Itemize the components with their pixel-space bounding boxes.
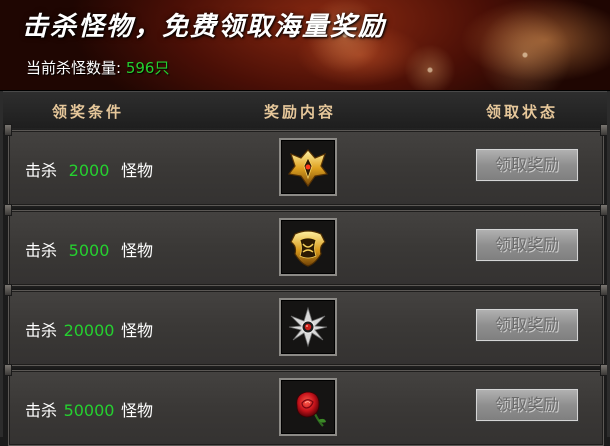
claim-reward-button[interactable]: 领取奖励	[475, 388, 579, 422]
reward-item-slot[interactable]	[279, 298, 337, 356]
condition-prefix: 击杀	[25, 241, 58, 260]
red-rose-icon	[296, 391, 326, 427]
condition-suffix: 怪物	[121, 401, 154, 420]
rivet-decoration	[4, 284, 12, 296]
golden-wing-helmet-icon	[287, 149, 329, 188]
rivet-decoration	[600, 204, 608, 216]
table-header: 领奖条件 奖励内容 领取状态	[0, 91, 610, 129]
condition-prefix: 击杀	[25, 161, 58, 180]
rivet-decoration	[4, 124, 12, 136]
firework-decoration	[470, 0, 580, 90]
rivet-decoration	[600, 284, 608, 296]
condition-prefix: 击杀	[25, 401, 58, 420]
reward-condition: 击杀 5000 怪物	[25, 237, 153, 261]
header-condition: 领奖条件	[52, 103, 125, 121]
reward-item-slot[interactable]	[279, 138, 337, 196]
claim-reward-button[interactable]: 领取奖励	[475, 228, 579, 262]
event-banner: 击杀怪物，免费领取海量奖励 当前杀怪数量: 596只	[0, 0, 610, 91]
rivet-decoration	[600, 124, 608, 136]
reward-row: 击杀 20000 怪物 领取奖励	[4, 284, 608, 366]
kill-count: 当前杀怪数量: 596只	[26, 57, 169, 78]
kill-count-value: 596只	[125, 59, 170, 77]
rivet-decoration	[4, 204, 12, 216]
condition-suffix: 怪物	[121, 161, 154, 180]
condition-count: 5000	[68, 241, 110, 260]
condition-count: 2000	[68, 161, 110, 180]
claim-reward-button[interactable]: 领取奖励	[475, 148, 579, 182]
claim-reward-button[interactable]: 领取奖励	[475, 308, 579, 342]
reward-item-slot[interactable]	[279, 378, 337, 436]
banner-title: 击杀怪物，免费领取海量奖励	[22, 12, 387, 42]
condition-count: 50000	[63, 401, 115, 420]
golden-ornate-armor-icon	[290, 230, 326, 267]
kill-count-label: 当前杀怪数量:	[26, 59, 122, 77]
reward-row: 击杀 2000 怪物 领取奖励	[4, 124, 608, 206]
reward-row: 击杀 50000 怪物 领取奖励	[4, 364, 608, 446]
reward-item-slot[interactable]	[279, 218, 337, 276]
condition-prefix: 击杀	[25, 321, 58, 340]
condition-count: 20000	[63, 321, 115, 340]
rivet-decoration	[4, 364, 12, 376]
reward-row: 击杀 5000 怪物 领取奖励	[4, 204, 608, 286]
firework-decoration	[400, 40, 460, 90]
condition-suffix: 怪物	[121, 241, 154, 260]
header-reward: 奖励内容	[264, 103, 337, 121]
reward-condition: 击杀 20000 怪物	[25, 317, 153, 341]
reward-condition: 击杀 50000 怪物	[25, 397, 153, 421]
condition-suffix: 怪物	[121, 321, 154, 340]
silver-star-gem-icon	[288, 306, 328, 348]
rivet-decoration	[600, 364, 608, 376]
reward-condition: 击杀 2000 怪物	[25, 157, 153, 181]
header-status: 领取状态	[486, 103, 559, 121]
